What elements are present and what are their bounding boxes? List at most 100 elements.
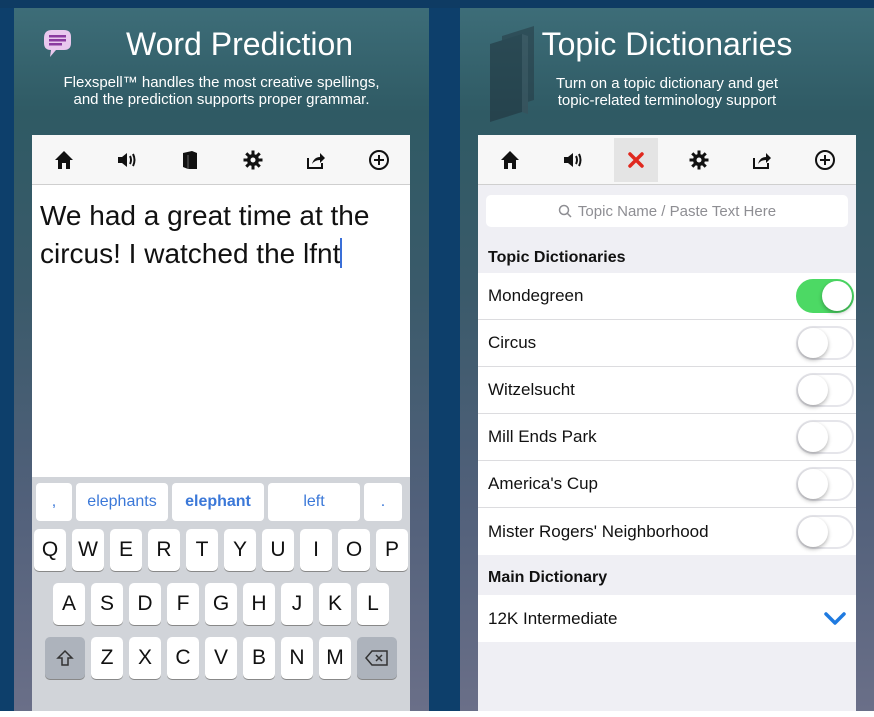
list-item: America's Cup: [478, 461, 856, 508]
settings-button[interactable]: [677, 138, 721, 182]
key-e[interactable]: E: [110, 529, 142, 571]
key-p[interactable]: P: [376, 529, 408, 571]
prediction-bar: , elephants elephant left .: [36, 483, 406, 521]
topic-name: Mondegreen: [488, 286, 584, 305]
text-editor[interactable]: We had a great time at the circus! I wat…: [32, 185, 410, 477]
topic-toggle[interactable]: [796, 420, 854, 454]
topic-name: America's Cup: [488, 474, 599, 493]
panel-subtitle: Turn on a topic dictionary and get topic…: [460, 75, 874, 109]
topic-dictionaries-panel: Topic Dictionaries Turn on a topic dicti…: [460, 8, 874, 711]
subtitle-line: topic-related terminology support: [557, 92, 777, 109]
prediction-period[interactable]: .: [364, 483, 402, 521]
key-y[interactable]: Y: [224, 529, 256, 571]
shift-icon: [56, 649, 74, 666]
list-item: Mister Rogers' Neighborhood: [478, 508, 856, 555]
home-button[interactable]: [488, 138, 532, 182]
key-k[interactable]: K: [319, 583, 351, 625]
topic-name: Mill Ends Park: [488, 427, 597, 446]
bottom-border: [0, 711, 874, 717]
home-button[interactable]: [42, 138, 86, 182]
key-z[interactable]: Z: [91, 637, 123, 679]
key-d[interactable]: D: [129, 583, 161, 625]
app-toolbar: [478, 135, 856, 185]
prediction-elephant[interactable]: elephant: [172, 483, 264, 521]
key-u[interactable]: U: [262, 529, 294, 571]
key-o[interactable]: O: [338, 529, 370, 571]
prediction-comma[interactable]: ,: [36, 483, 72, 521]
onscreen-keyboard: , elephants elephant left . Q W E R T Y …: [32, 477, 410, 711]
delete-key[interactable]: [357, 637, 397, 679]
topic-name: Witzelsucht: [488, 380, 575, 399]
topic-toggle[interactable]: [796, 467, 854, 501]
share-button[interactable]: [740, 138, 784, 182]
add-circle-icon: [814, 149, 835, 170]
key-i[interactable]: I: [300, 529, 332, 571]
main-dictionary-select[interactable]: 12K Intermediate: [478, 595, 856, 642]
keyboard-row-2: A S D F G H J K L: [32, 583, 410, 625]
topic-toggle[interactable]: [796, 326, 854, 360]
key-w[interactable]: W: [72, 529, 104, 571]
key-h[interactable]: H: [243, 583, 275, 625]
share-icon: [752, 152, 771, 169]
key-m[interactable]: M: [319, 637, 351, 679]
list-item: Circus: [478, 320, 856, 367]
home-icon: [54, 150, 73, 169]
shift-key[interactable]: [45, 637, 85, 679]
panel-subtitle: Flexspell™ handles the most creative spe…: [14, 74, 429, 108]
list-item: Witzelsucht: [478, 367, 856, 414]
word-prediction-panel: Word Prediction Flexspell™ handles the m…: [14, 8, 429, 711]
close-dictionary-button[interactable]: [613, 137, 658, 182]
editor-text: We had a great time at the circus! I wat…: [40, 200, 370, 269]
keyboard-row-1: Q W E R T Y U I O P: [32, 529, 410, 571]
subtitle-line: Flexspell™ handles the most creative spe…: [63, 74, 380, 91]
share-icon: [306, 152, 325, 169]
key-x[interactable]: X: [129, 637, 161, 679]
speak-button[interactable]: [551, 138, 595, 182]
key-q[interactable]: Q: [34, 529, 66, 571]
text-cursor: [340, 238, 343, 268]
key-b[interactable]: B: [243, 637, 275, 679]
topic-name: Circus: [488, 333, 537, 352]
topic-toggle[interactable]: [796, 373, 854, 407]
topic-toggle[interactable]: [796, 514, 854, 549]
subtitle-line: Turn on a topic dictionary and get: [555, 75, 779, 92]
key-g[interactable]: G: [205, 583, 237, 625]
key-a[interactable]: A: [53, 583, 85, 625]
home-icon: [500, 150, 519, 169]
key-t[interactable]: T: [186, 529, 218, 571]
key-l[interactable]: L: [357, 583, 389, 625]
speak-button[interactable]: [105, 138, 149, 182]
gear-icon: [689, 150, 708, 169]
speaker-icon: [563, 152, 581, 167]
panel-title: Word Prediction: [125, 26, 354, 62]
topic-toggle[interactable]: [796, 279, 854, 313]
topic-search-input[interactable]: Topic Name / Paste Text Here: [486, 195, 848, 227]
settings-button[interactable]: [231, 138, 275, 182]
topic-list: Mondegreen Circus Witzelsucht Mill Ends …: [478, 273, 856, 555]
top-border: [0, 0, 874, 8]
topic-dictionaries-header: Topic Dictionaries: [488, 249, 626, 266]
key-v[interactable]: V: [205, 637, 237, 679]
key-f[interactable]: F: [167, 583, 199, 625]
topic-name: Mister Rogers' Neighborhood: [488, 521, 709, 541]
add-button[interactable]: [803, 138, 847, 182]
prediction-left[interactable]: left: [268, 483, 360, 521]
book-icon: [182, 150, 197, 169]
chevron-down-icon: [824, 611, 846, 625]
panel-title: Topic Dictionaries: [541, 26, 793, 62]
key-s[interactable]: S: [91, 583, 123, 625]
key-n[interactable]: N: [281, 637, 313, 679]
key-j[interactable]: J: [281, 583, 313, 625]
delete-icon: [365, 650, 388, 666]
gear-icon: [243, 150, 262, 169]
share-button[interactable]: [294, 138, 338, 182]
add-button[interactable]: [357, 138, 401, 182]
list-item: Mondegreen: [478, 273, 856, 320]
add-circle-icon: [368, 149, 389, 170]
main-dictionary-list: 12K Intermediate: [478, 595, 856, 642]
app-toolbar: [32, 135, 410, 185]
prediction-elephants[interactable]: elephants: [76, 483, 168, 521]
key-r[interactable]: R: [148, 529, 180, 571]
key-c[interactable]: C: [167, 637, 199, 679]
dictionary-button[interactable]: [168, 138, 212, 182]
